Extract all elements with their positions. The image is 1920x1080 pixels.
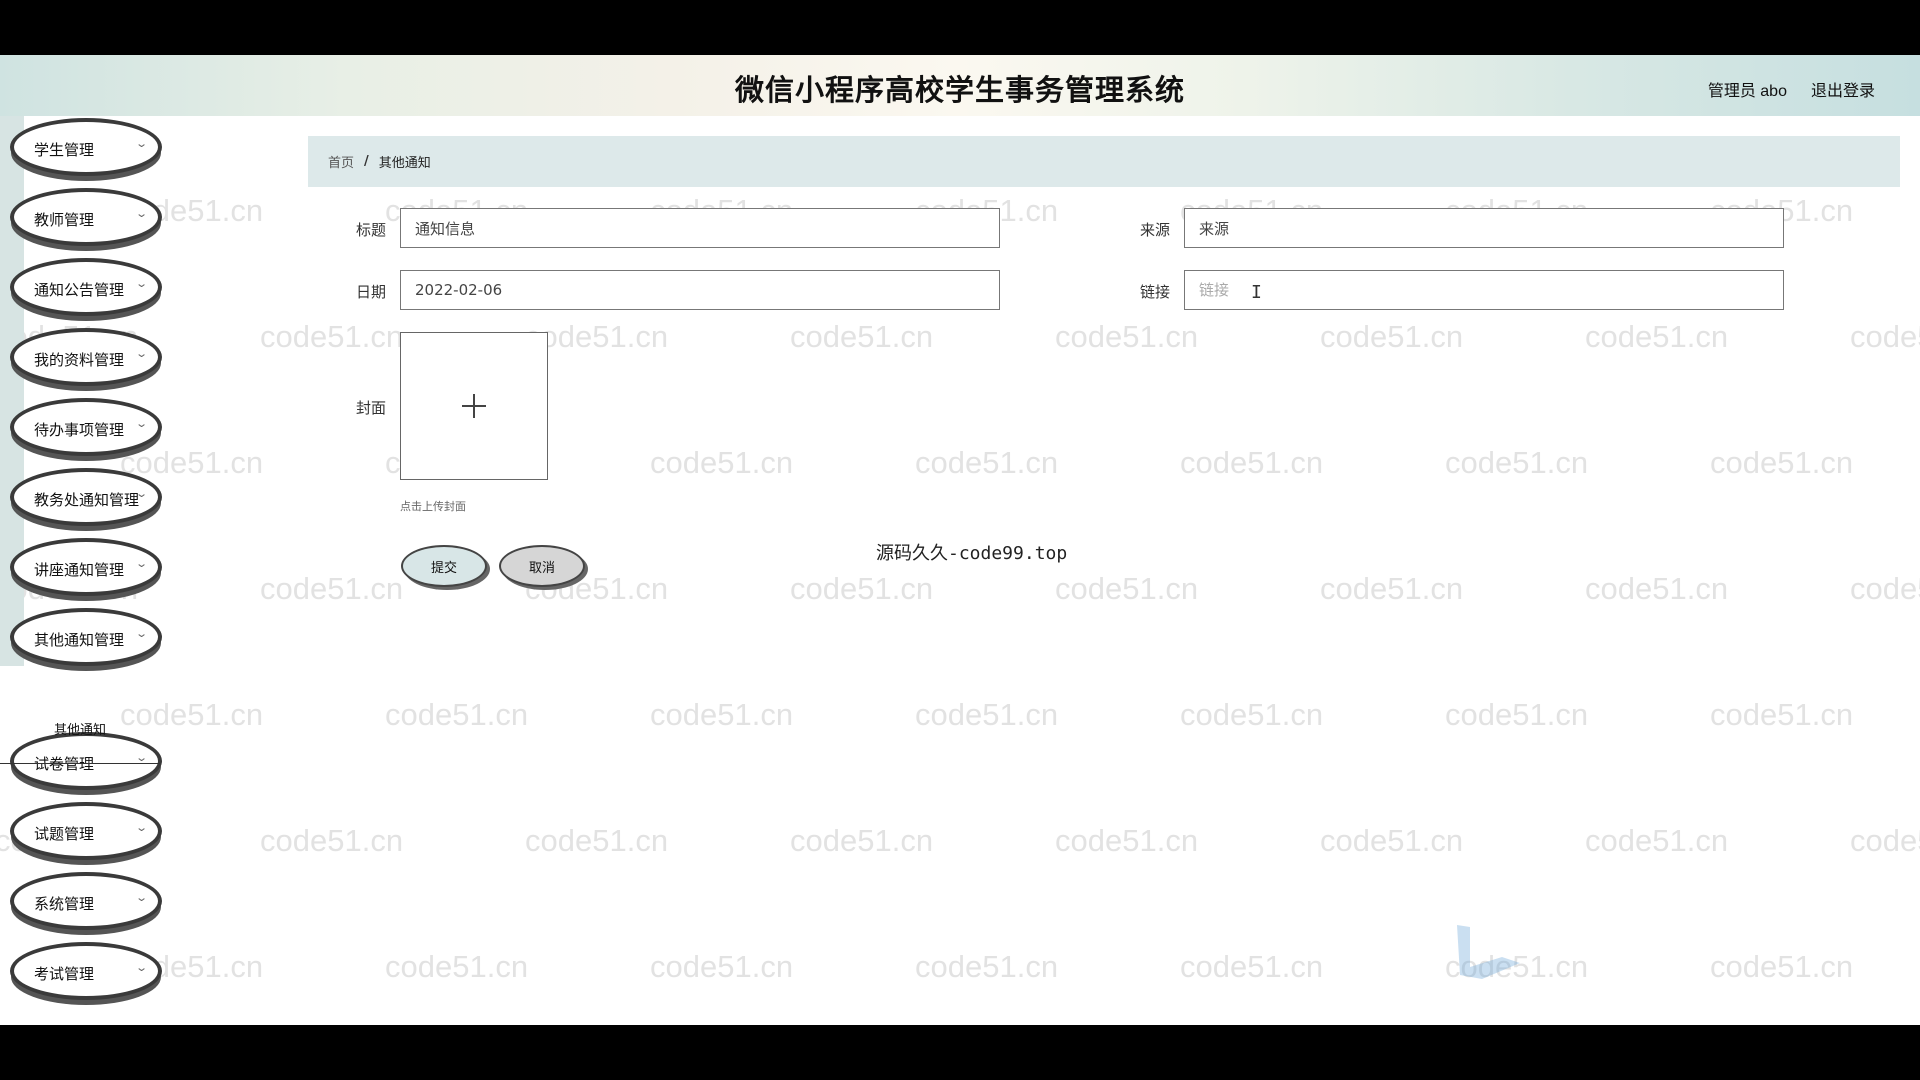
watermark-text: code51.cn [1320,319,1464,354]
date-label: 日期 [356,283,387,301]
logout-link[interactable]: 退出登录 [1811,77,1875,101]
title-label: 标题 [356,221,387,239]
watermark-text: code51.cn [1320,571,1464,606]
text-cursor-icon: I [1251,282,1262,303]
sidebar-item-label: 通知公告管理 [34,281,125,299]
cover-label: 封面 [356,399,387,417]
watermark-text: code51.cn [1055,571,1199,606]
sidebar-item-10[interactable]: 系统管理 ⌄ [10,872,162,930]
watermark-text: code51.cn [260,319,404,354]
center-watermark: 源码久久-code99.top [876,543,1068,564]
sidebar-item-5[interactable]: 教务处通知管理 ⌄ [10,468,162,526]
chevron-down-icon: ⌄ [134,278,148,290]
watermark-text: code51.cn [525,823,669,858]
link-label: 链接 [1140,283,1171,301]
date-input[interactable] [400,270,1000,310]
sidebar-item-4[interactable]: 待办事项管理 ⌄ [10,398,162,456]
link-input[interactable] [1184,270,1784,310]
watermark-text: code51.cn [1180,697,1324,732]
title-input[interactable] [400,208,1000,248]
sidebar-item-label: 教务处通知管理 [34,491,140,509]
source-input[interactable] [1184,208,1784,248]
watermark-text: code51.cn [1180,949,1324,984]
breadcrumb-separator: / [364,154,369,169]
source-label: 来源 [1140,221,1171,239]
sidebar-item-label: 其他通知管理 [34,631,125,649]
watermark-text: code51.cn [1320,823,1464,858]
chevron-down-icon: ⌄ [134,208,148,220]
watermark-text: code51.cn [1710,949,1854,984]
cover-upload-hint: 点击上传封面 [400,500,466,513]
watermark-text: code51.cn [1585,823,1729,858]
watermark-text: code51.cn [1585,571,1729,606]
chevron-down-icon: ⌄ [134,418,148,430]
watermark-text: code51.cn [790,823,934,858]
sidebar-item-1[interactable]: 教师管理 ⌄ [10,188,162,246]
sidebar-item-label: 学生管理 [34,141,95,159]
sidebar-item-0[interactable]: 学生管理 ⌄ [10,118,162,176]
sidebar-item-label: 教师管理 [34,211,95,229]
watermark-text: code51.cn [915,949,1059,984]
sidebar-strip [0,116,24,666]
watermark-text: code51.cn [260,571,404,606]
watermark-text: code51.cn [790,571,934,606]
breadcrumb: 首页 / 其他通知 [308,136,1900,187]
cancel-button[interactable]: 取消 [499,545,585,587]
watermark-text: code51.cn [915,445,1059,480]
watermark-text: code51.cn [1445,445,1589,480]
cover-upload-box[interactable] [400,332,548,480]
chevron-down-icon: ⌄ [134,488,148,500]
watermark-text: code51.cn [1055,823,1199,858]
app-title: 微信小程序高校学生事务管理系统 [734,73,1185,107]
user-area: 管理员 abo 退出登录 [1708,77,1875,101]
breadcrumb-home-link[interactable]: 首页 [328,152,354,171]
current-user-label: 管理员 abo [1707,83,1787,100]
sidebar-item-2[interactable]: 通知公告管理 ⌄ [10,258,162,316]
chevron-down-icon: ⌄ [134,892,148,904]
watermark-text: code51.cn [1055,319,1199,354]
watermark-text: code51.cn [1180,445,1324,480]
sidebar-item-7[interactable]: 其他通知管理 ⌄ [10,608,162,666]
chevron-down-icon: ⌄ [134,822,148,834]
app-screen: code51.cn code51.cn code51.cn code51.cn code… [0,55,1920,1025]
watermark-text: code51.cn [385,697,529,732]
sidebar-item-3[interactable]: 我的资料管理 ⌄ [10,328,162,386]
watermark-text: code51.cn [1710,445,1854,480]
corner-logo-icon [1457,925,1520,979]
sidebar-item-9[interactable]: 试题管理 ⌄ [10,802,162,860]
watermark-text: code51.cn [1445,697,1589,732]
sidebar-item-6[interactable]: 讲座通知管理 ⌄ [10,538,162,596]
sidebar-subitem-other-notice[interactable]: 其他通知 [0,711,160,764]
watermark-text: code51.cn [650,697,794,732]
sidebar-item-11[interactable]: 考试管理 ⌄ [10,942,162,1000]
chevron-down-icon: ⌄ [134,348,148,360]
chevron-down-icon: ⌄ [134,138,148,150]
watermark-text: code51.cn [1850,319,1920,354]
watermark-text: code51.cn [1710,697,1854,732]
watermark-text: code51.cn [790,319,934,354]
sidebar-item-label: 讲座通知管理 [34,561,125,579]
watermark-text: code51.cn [1850,571,1920,606]
watermark-text: code51.cn [1585,319,1729,354]
watermark-text: code51.cn [1850,823,1920,858]
sidebar-item-label: 试题管理 [34,825,95,843]
chevron-down-icon: ⌄ [134,628,148,640]
watermark-text: code51.cn [915,697,1059,732]
submit-button[interactable]: 提交 [401,545,487,587]
watermark-text: code51.cn [260,823,404,858]
sidebar: 学生管理 ⌄ 教师管理 ⌄ 通知公告管理 ⌄ 我的资料管理 ⌄ 待办事项管理 ⌄ 教务处通知管理 ⌄ 讲… [0,116,170,1025]
watermark-text: code51.cn [385,949,529,984]
sidebar-item-label: 待办事项管理 [34,421,125,439]
sidebar-item-label: 系统管理 [34,895,95,913]
watermark-text: code51.cn [650,445,794,480]
sidebar-item-label: 我的资料管理 [34,351,125,369]
app-header: 微信小程序高校学生事务管理系统 管理员 abo 退出登录 [0,55,1920,116]
chevron-down-icon: ⌄ [134,962,148,974]
sidebar-item-label: 考试管理 [34,965,95,983]
plus-icon [462,394,486,418]
chevron-down-icon: ⌄ [134,558,148,570]
breadcrumb-current: 其他通知 [378,156,431,171]
watermark-text: code51.cn [650,949,794,984]
